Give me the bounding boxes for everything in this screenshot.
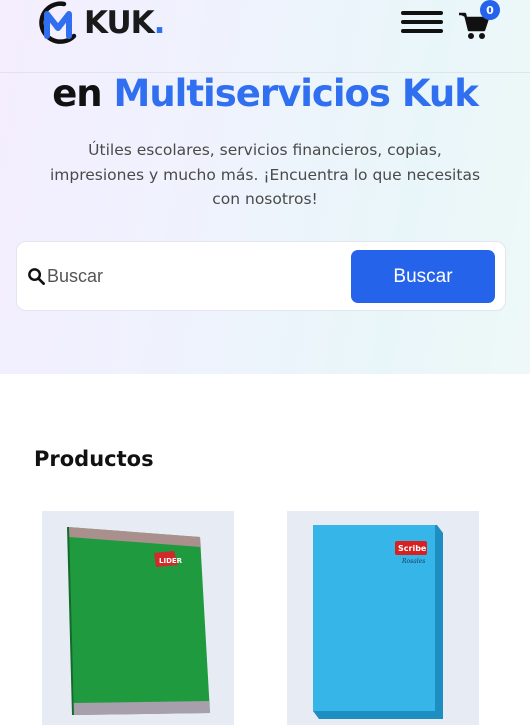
products-section-title: Productos [34, 447, 154, 471]
logo-text: KUK. [84, 5, 165, 41]
product-brand-label: LIDER [159, 557, 183, 565]
product-card[interactable]: Scribe Rosales [287, 511, 479, 725]
logo-m-icon [39, 1, 77, 44]
search-input[interactable] [47, 262, 337, 290]
site-logo[interactable]: KUK. [34, 0, 165, 46]
product-brand-sub: Rosales [401, 558, 425, 565]
search-button[interactable]: Buscar [351, 250, 495, 303]
search-bar: Buscar [16, 241, 506, 311]
hero-description: Útiles escolares, servicios financieros,… [49, 141, 481, 208]
green-notebook-image: LIDER [67, 526, 210, 716]
cart-count-badge: 0 [480, 0, 500, 20]
hero-title-accent: Multiservicios Kuk [113, 72, 479, 115]
product-card[interactable]: LIDER [42, 511, 234, 725]
hero-section: KUK. 0 en Multiservicios Kuk Útiles esco… [0, 0, 530, 374]
hero-title: en Multiservicios Kuk [52, 72, 479, 115]
hamburger-icon [401, 11, 443, 15]
blue-notebook-image: Scribe Rosales [313, 525, 443, 719]
product-brand-label: Scribe [398, 544, 427, 553]
site-header: KUK. 0 [0, 0, 530, 73]
menu-button[interactable] [401, 7, 443, 37]
search-icon [28, 268, 45, 285]
cart-button[interactable]: 0 [455, 0, 503, 42]
